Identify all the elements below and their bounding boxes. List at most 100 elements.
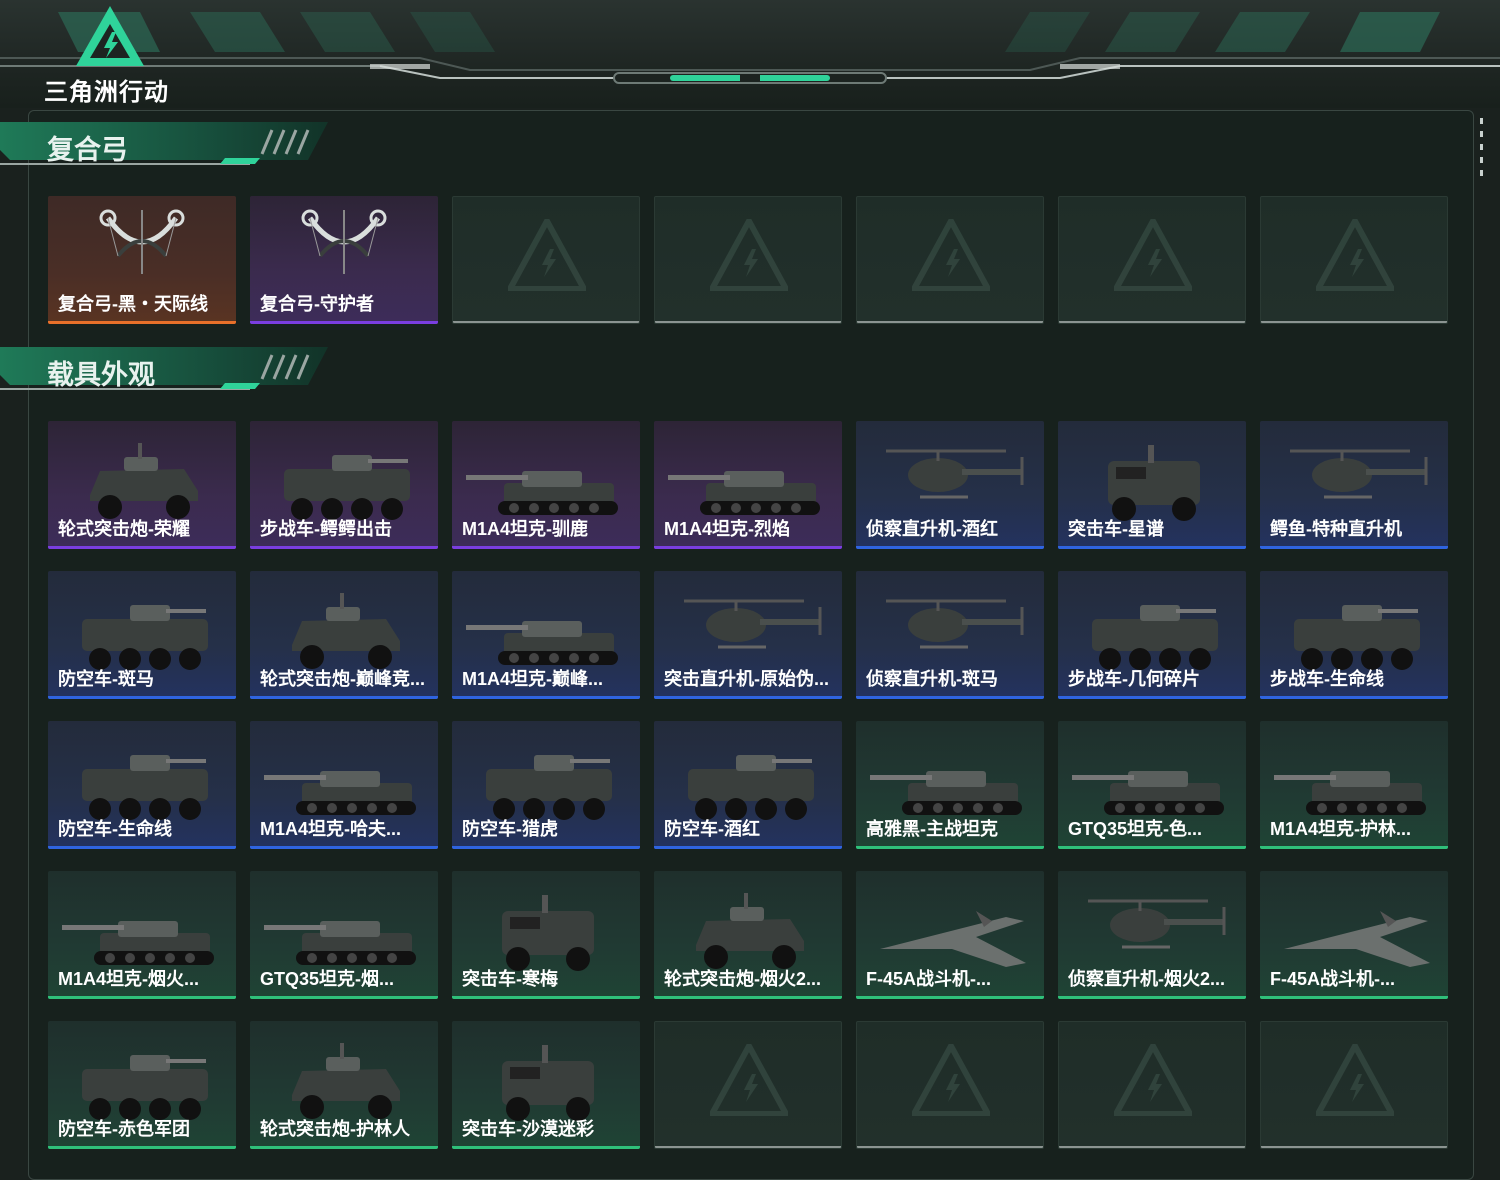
- rarity-bar: [856, 996, 1044, 999]
- rarity-bar: [856, 696, 1044, 699]
- skin-card[interactable]: 步战车-鳄鳄出击: [250, 421, 438, 549]
- rarity-bar: [1260, 996, 1448, 999]
- skin-name: 鳄鱼-特种直升机: [1270, 519, 1402, 539]
- skin-card[interactable]: 突击车-沙漠迷彩: [452, 1021, 640, 1149]
- empty-slot: [654, 196, 842, 324]
- delta-watermark-icon: [710, 219, 788, 291]
- rarity-bar: [48, 696, 236, 699]
- skin-name: 突击直升机-原始伪...: [664, 669, 829, 689]
- delta-watermark-icon: [1114, 1044, 1192, 1116]
- skin-name: 步战车-几何碎片: [1068, 669, 1200, 689]
- skin-name: M1A4坦克-烈焰: [664, 519, 791, 539]
- empty-slot: [654, 1021, 842, 1149]
- skin-name: 复合弓-黑・天际线: [58, 294, 208, 314]
- rarity-bar: [856, 546, 1044, 549]
- rarity-bar: [250, 546, 438, 549]
- skin-card[interactable]: F-45A战斗机-...: [856, 871, 1044, 999]
- skin-name: 侦察直升机-斑马: [866, 669, 998, 689]
- skin-name: M1A4坦克-驯鹿: [462, 519, 589, 539]
- rarity-bar: [48, 321, 236, 324]
- skin-card[interactable]: 复合弓-黑・天际线: [48, 196, 236, 324]
- rarity-bar: [250, 846, 438, 849]
- rarity-bar: [250, 1146, 438, 1149]
- skin-card[interactable]: 轮式突击炮-荣耀: [48, 421, 236, 549]
- skin-name: 侦察直升机-烟火2...: [1068, 969, 1226, 989]
- rarity-bar: [1058, 996, 1246, 999]
- rarity-bar: [857, 1146, 1043, 1148]
- rarity-bar: [250, 996, 438, 999]
- skin-card[interactable]: 侦察直升机-斑马: [856, 571, 1044, 699]
- skin-card[interactable]: 轮式突击炮-烟火2...: [654, 871, 842, 999]
- skin-card[interactable]: 轮式突击炮-护林人: [250, 1021, 438, 1149]
- skin-name: 复合弓-守护者: [260, 294, 374, 314]
- delta-watermark-icon: [912, 219, 990, 291]
- rarity-bar: [250, 321, 438, 324]
- skin-card[interactable]: 轮式突击炮-巅峰竞...: [250, 571, 438, 699]
- rarity-bar: [1059, 321, 1245, 323]
- rarity-bar: [453, 321, 639, 323]
- skin-card[interactable]: F-45A战斗机-...: [1260, 871, 1448, 999]
- skin-name: 防空车-生命线: [58, 819, 172, 839]
- skin-card[interactable]: M1A4坦克-护林...: [1260, 721, 1448, 849]
- section-title: 复合弓: [47, 135, 128, 165]
- rarity-bar: [856, 846, 1044, 849]
- rarity-bar: [1260, 696, 1448, 699]
- empty-slot: [452, 196, 640, 324]
- skin-name: 防空车-酒红: [664, 819, 760, 839]
- skin-name: 轮式突击炮-烟火2...: [664, 969, 822, 989]
- skin-card[interactable]: 突击直升机-原始伪...: [654, 571, 842, 699]
- skin-card[interactable]: M1A4坦克-巅峰...: [452, 571, 640, 699]
- skin-name: 步战车-生命线: [1270, 669, 1384, 689]
- rarity-bar: [654, 696, 842, 699]
- skin-card[interactable]: 侦察直升机-酒红: [856, 421, 1044, 549]
- scrollbar[interactable]: [1480, 118, 1484, 180]
- skin-card[interactable]: 防空车-猎虎: [452, 721, 640, 849]
- skin-name: M1A4坦克-巅峰...: [462, 669, 604, 689]
- header-decoration: [0, 12, 1500, 84]
- skin-card[interactable]: 防空车-酒红: [654, 721, 842, 849]
- skin-card[interactable]: 鳄鱼-特种直升机: [1260, 421, 1448, 549]
- skin-card[interactable]: M1A4坦克-烈焰: [654, 421, 842, 549]
- skin-card[interactable]: 防空车-赤色军团: [48, 1021, 236, 1149]
- skin-card[interactable]: 复合弓-守护者: [250, 196, 438, 324]
- skin-card[interactable]: 侦察直升机-烟火2...: [1058, 871, 1246, 999]
- rarity-bar: [452, 546, 640, 549]
- skin-card[interactable]: 步战车-生命线: [1260, 571, 1448, 699]
- skin-card[interactable]: 防空车-生命线: [48, 721, 236, 849]
- skin-card[interactable]: GTQ35坦克-烟...: [250, 871, 438, 999]
- section-header-vehicle-skins: 载具外观: [0, 345, 330, 397]
- skin-card[interactable]: 步战车-几何碎片: [1058, 571, 1246, 699]
- rarity-bar: [452, 696, 640, 699]
- skin-name: 防空车-猎虎: [462, 819, 558, 839]
- section-header-compound-bow: 复合弓: [0, 120, 330, 172]
- skin-name: 轮式突击炮-荣耀: [58, 519, 190, 539]
- skin-name: GTQ35坦克-烟...: [260, 969, 395, 989]
- rarity-bar: [1260, 546, 1448, 549]
- skin-card[interactable]: 突击车-星谱: [1058, 421, 1246, 549]
- rarity-bar: [654, 996, 842, 999]
- skin-card[interactable]: M1A4坦克-驯鹿: [452, 421, 640, 549]
- skin-card[interactable]: M1A4坦克-哈夫...: [250, 721, 438, 849]
- skin-card[interactable]: 突击车-寒梅: [452, 871, 640, 999]
- section-title: 载具外观: [47, 360, 155, 390]
- delta-watermark-icon: [1114, 219, 1192, 291]
- skin-card[interactable]: 高雅黑-主战坦克: [856, 721, 1044, 849]
- skin-card[interactable]: M1A4坦克-烟火...: [48, 871, 236, 999]
- empty-slot: [1260, 196, 1448, 324]
- delta-watermark-icon: [508, 219, 586, 291]
- skin-name: 步战车-鳄鳄出击: [260, 519, 392, 539]
- empty-slot: [1260, 1021, 1448, 1149]
- rarity-bar: [1260, 846, 1448, 849]
- empty-slot: [1058, 1021, 1246, 1149]
- skin-card[interactable]: GTQ35坦克-色...: [1058, 721, 1246, 849]
- skin-name: 防空车-斑马: [58, 669, 154, 689]
- skin-name: F-45A战斗机-...: [1270, 969, 1396, 989]
- rarity-bar: [1058, 546, 1246, 549]
- skin-card[interactable]: 防空车-斑马: [48, 571, 236, 699]
- rarity-bar: [48, 546, 236, 549]
- skin-name: M1A4坦克-护林...: [1270, 819, 1412, 839]
- skin-name: M1A4坦克-烟火...: [58, 969, 200, 989]
- empty-slot: [856, 1021, 1044, 1149]
- rarity-bar: [655, 1146, 841, 1148]
- skin-name: 侦察直升机-酒红: [866, 519, 998, 539]
